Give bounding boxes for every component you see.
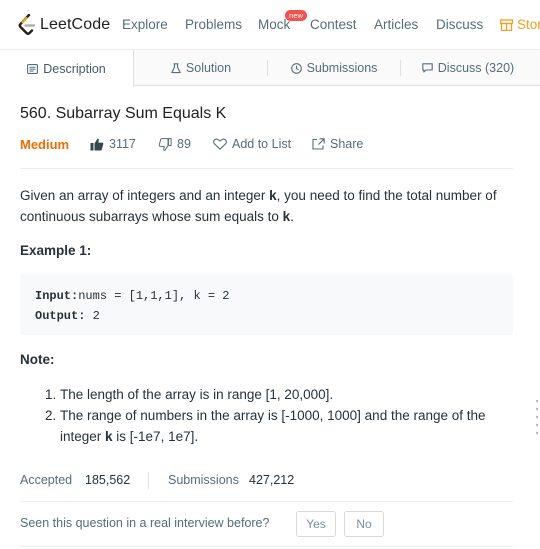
statement-k: k (269, 188, 277, 203)
note-item: 2. The range of numbers in the array is … (45, 405, 515, 447)
add-to-list-label: Add to List (232, 137, 292, 151)
note-list: 1. The length of the array is in range [… (45, 384, 515, 447)
divider (20, 501, 513, 502)
problem-tabs: Description Solution Submissions Discuss… (0, 50, 540, 87)
tab-solution-label: Solution (185, 61, 232, 75)
difficulty-label: Medium (20, 137, 70, 152)
flask-icon (171, 62, 181, 73)
example-code-block: Input:nums = [1,1,1], k = 2 Output: 2 (20, 274, 513, 335)
example-input-line: Input:nums = [1,1,1], k = 2 (35, 286, 498, 306)
input-label: Input: (35, 289, 79, 303)
problem-meta-bar: Medium 3117 89 Add to List Share (20, 137, 520, 155)
note-text: The length of the array is in range [1, … (60, 387, 334, 402)
nav-articles[interactable]: Articles (374, 17, 418, 32)
panel-resize-handle[interactable] (535, 400, 539, 444)
divider (20, 168, 513, 169)
nav-contest[interactable]: Contest (310, 17, 357, 32)
like-count: 3117 (109, 137, 136, 151)
tab-description[interactable]: Description (0, 50, 134, 87)
new-badge: new (285, 10, 307, 21)
share-icon (312, 138, 325, 150)
logo-text: LeetCode (40, 16, 111, 33)
note-number: 2. (45, 408, 57, 423)
tab-discuss[interactable]: Discuss (320) (401, 50, 535, 86)
share-label: Share (330, 137, 364, 151)
no-button[interactable]: No (344, 511, 384, 537)
problem-description-panel: 560. Subarray Sum Equals K Medium 3117 8… (0, 87, 540, 549)
yes-button[interactable]: Yes (296, 511, 336, 537)
heart-icon (213, 138, 227, 150)
submissions-label: Submissions (168, 473, 239, 487)
dislike-count: 89 (177, 137, 191, 151)
divider (20, 546, 513, 547)
accepted-value: 185,562 (85, 473, 131, 487)
resize-dot (536, 408, 538, 410)
thumbs-down-icon (158, 137, 172, 151)
leetcode-logo[interactable]: LeetCode (18, 12, 110, 38)
statement-text: . (290, 209, 294, 224)
leetcode-logo-icon (18, 14, 36, 35)
note-item: 1. The length of the array is in range [… (45, 384, 515, 405)
tab-discuss-label: Discuss (320) (437, 61, 515, 75)
top-navbar: LeetCode Explore Problems Mock new Conte… (0, 0, 540, 50)
resize-dot (536, 400, 538, 402)
accepted-label: Accepted (20, 473, 73, 487)
problem-title: 560. Subarray Sum Equals K (20, 105, 227, 122)
chat-icon (422, 63, 433, 73)
add-to-list-button[interactable]: Add to List (213, 137, 291, 151)
dislike-button[interactable]: 89 (158, 137, 191, 151)
share-button[interactable]: Share (312, 137, 363, 151)
like-button[interactable]: 3117 (90, 137, 136, 151)
nav-problems[interactable]: Problems (185, 17, 242, 32)
note-number: 1. (45, 387, 57, 402)
note-text: is [-1e7, 1e7]. (112, 429, 199, 444)
tab-solution[interactable]: Solution (134, 50, 268, 86)
note-k: k (105, 429, 113, 444)
interview-question: Seen this question in a real interview b… (20, 516, 270, 530)
resize-dot (536, 424, 538, 426)
clock-icon (290, 62, 302, 74)
tab-submissions[interactable]: Submissions (268, 50, 400, 86)
tab-submissions-label: Submissions (306, 61, 378, 75)
document-icon (27, 63, 39, 74)
nav-mock[interactable]: Mock (258, 17, 290, 32)
resize-dot (536, 416, 538, 418)
submissions-value: 427,212 (249, 473, 295, 487)
store-icon (500, 18, 513, 31)
nav-discuss[interactable]: Discuss (436, 17, 483, 32)
note-heading: Note: (20, 352, 55, 367)
acceptance-stats: Accepted 185,562 Submissions 427,212 (20, 472, 320, 489)
example-output-line: Output: 2 (35, 306, 498, 326)
output-value: 2 (85, 309, 100, 323)
tab-description-label: Description (43, 61, 106, 76)
example-heading: Example 1: (20, 243, 92, 258)
stats-separator (148, 472, 149, 489)
nav-explore[interactable]: Explore (122, 17, 168, 32)
resize-dot (536, 432, 538, 434)
nav-store-label: Stor (517, 17, 540, 32)
thumbs-up-icon (90, 138, 104, 150)
input-value: nums = [1,1,1], k = 2 (78, 289, 230, 303)
output-label: Output: (35, 309, 86, 323)
nav-store[interactable]: Stor (500, 17, 540, 32)
statement-text: Given an array of integers and an intege… (20, 188, 270, 203)
problem-statement: Given an array of integers and an intege… (20, 185, 515, 227)
